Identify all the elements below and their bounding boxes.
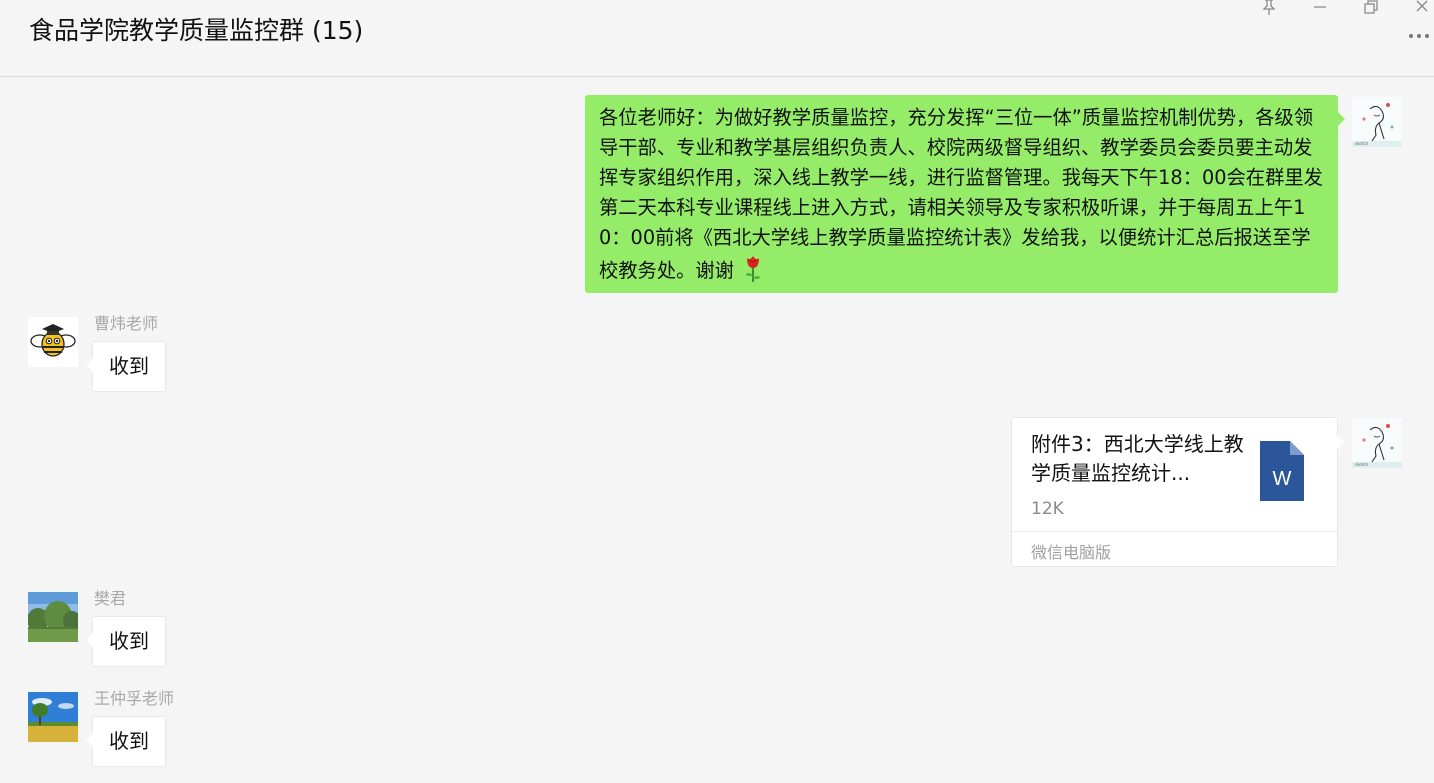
outgoing-text-bubble[interactable]: 各位老师好：为做好教学质量监控，充分发挥“三位一体”质量监控机制优势，各级领导干…: [585, 95, 1345, 293]
minimize-icon[interactable]: [1310, 0, 1330, 17]
chat-title: 食品学院教学质量监控群 (15): [29, 16, 364, 45]
field-tree-avatar-icon: [28, 692, 78, 742]
message-text: 收到: [109, 354, 149, 378]
incoming-text-bubble[interactable]: 收到: [86, 341, 166, 392]
file-size: 12K: [1031, 499, 1064, 519]
close-icon[interactable]: [1412, 0, 1432, 17]
rose-icon: [744, 253, 762, 292]
my-avatar[interactable]: sketch: [1352, 418, 1402, 468]
more-options-icon[interactable]: [1406, 26, 1434, 46]
incoming-text-bubble[interactable]: 收到: [86, 716, 166, 767]
file-card-divider: [1012, 531, 1337, 532]
file-name: 附件3：西北大学线上教学质量监控统计...: [1031, 432, 1244, 485]
file-source-label: 微信电脑版: [1031, 543, 1112, 562]
file-message-card[interactable]: 附件3：西北大学线上教学质量监控统计... 12K W 微信电脑版: [1011, 417, 1344, 567]
sender-avatar[interactable]: [28, 692, 78, 742]
trees-avatar-icon: [28, 592, 78, 642]
message-text: 收到: [109, 729, 149, 753]
word-file-icon-letter: W: [1273, 468, 1292, 490]
svg-text:sketch: sketch: [1355, 141, 1368, 146]
word-file-icon: W: [1258, 441, 1306, 501]
incoming-text-bubble[interactable]: 收到: [86, 616, 166, 667]
my-avatar[interactable]: sketch: [1352, 97, 1402, 147]
sender-name: 王仲孚老师: [94, 689, 175, 708]
svg-text:sketch: sketch: [1355, 462, 1368, 467]
sender-name: 曹炜老师: [94, 314, 159, 333]
pin-icon[interactable]: [1259, 0, 1279, 17]
sender-avatar[interactable]: [28, 592, 78, 642]
chat-header: 食品学院教学质量监控群 (15): [0, 0, 1434, 77]
bee-avatar-icon: [28, 317, 78, 367]
message-text: 收到: [109, 629, 149, 653]
sender-avatar[interactable]: [28, 317, 78, 367]
message-text: 各位老师好：为做好教学质量监控，充分发挥“三位一体”质量监控机制优势，各级领导干…: [599, 106, 1323, 282]
user-avatar-sketch-icon: sketch: [1352, 418, 1402, 468]
sender-name: 樊君: [94, 589, 127, 608]
restore-icon[interactable]: [1361, 0, 1381, 17]
user-avatar-sketch-icon: sketch: [1352, 97, 1402, 147]
